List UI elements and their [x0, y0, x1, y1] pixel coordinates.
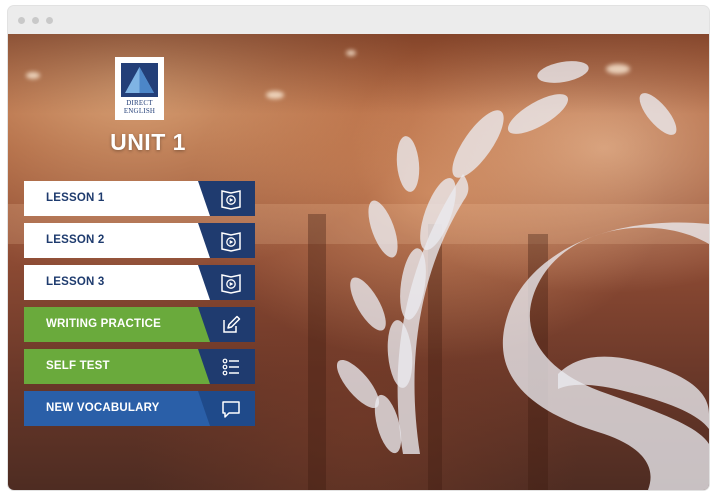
lesson-1-label: LESSON 1	[46, 192, 105, 204]
window-control-dot	[46, 17, 53, 24]
speech-bubble-icon	[222, 401, 240, 418]
logo-text-direct: DIRECT	[126, 99, 153, 107]
lesson-2-button[interactable]: LESSON 2	[24, 223, 255, 258]
writing-practice-button[interactable]: WRITING PRACTICE	[24, 307, 255, 342]
book-play-icon	[221, 274, 241, 294]
window-control-dot	[18, 17, 25, 24]
browser-window: DIRECT ENGLISH UNIT 1 LESSON 1 LESSON 2	[8, 6, 709, 490]
unit-title: UNIT 1	[110, 129, 186, 155]
pencil-edit-icon	[223, 315, 241, 333]
writing-practice-label: WRITING PRACTICE	[46, 318, 161, 330]
lesson-3-label: LESSON 3	[46, 276, 105, 288]
self-test-label: SELF TEST	[46, 360, 110, 372]
direct-english-logo: DIRECT ENGLISH	[115, 57, 164, 120]
book-play-icon	[221, 232, 241, 252]
lesson-3-button[interactable]: LESSON 3	[24, 265, 255, 300]
logo-text-english: ENGLISH	[123, 107, 156, 115]
logo-emblem	[121, 63, 158, 97]
checklist-icon	[222, 358, 239, 376]
lesson-1-button[interactable]: LESSON 1	[24, 181, 255, 216]
new-vocabulary-label: NEW VOCABULARY	[46, 402, 160, 414]
window-control-dot	[32, 17, 39, 24]
self-test-button[interactable]: SELF TEST	[24, 349, 255, 384]
lesson-2-label: LESSON 2	[46, 234, 105, 246]
window-titlebar	[8, 6, 709, 34]
new-vocabulary-button[interactable]: NEW VOCABULARY	[24, 391, 255, 426]
background-photo: DIRECT ENGLISH UNIT 1 LESSON 1 LESSON 2	[8, 34, 709, 490]
book-play-icon	[221, 190, 241, 210]
